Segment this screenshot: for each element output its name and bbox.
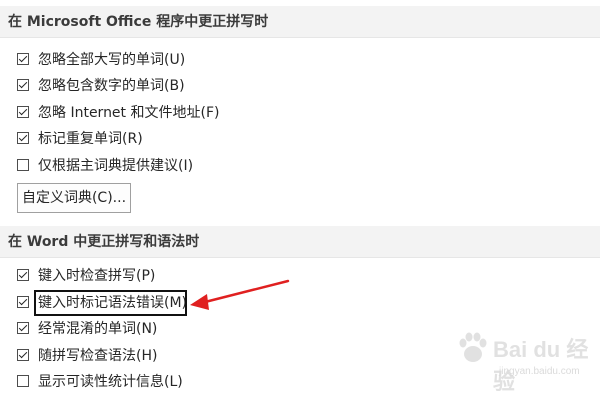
checkbox-check-grammar-with-spelling[interactable] xyxy=(17,349,29,361)
paw-logo-icon xyxy=(459,332,487,362)
checkbox-show-readability-statistics[interactable] xyxy=(17,375,29,387)
option-label: 忽略包含数字的单词(B) xyxy=(38,78,185,94)
option-frequently-confused-words[interactable]: 经常混淆的单词(N) xyxy=(17,318,157,338)
option-label: 忽略全部大写的单词(U) xyxy=(38,52,186,68)
option-show-readability-statistics[interactable]: 显示可读性统计信息(L) xyxy=(17,371,183,391)
option-label: 随拼写检查语法(H) xyxy=(38,348,158,364)
checkbox-check-spelling-as-you-type[interactable] xyxy=(17,269,29,281)
option-label: 忽略 Internet 和文件地址(F) xyxy=(38,105,220,121)
option-label: 键入时检查拼写(P) xyxy=(38,268,156,284)
checkbox-ignore-uppercase[interactable] xyxy=(17,53,29,65)
section-header-office-spelling: 在 Microsoft Office 程序中更正拼写时 xyxy=(0,6,600,38)
option-mark-grammar-errors[interactable]: 键入时标记语法错误(M) xyxy=(17,292,187,312)
option-label: 显示可读性统计信息(L) xyxy=(38,374,183,390)
watermark-brand: Bai du 经验 xyxy=(493,337,589,394)
option-check-grammar-with-spelling[interactable]: 随拼写检查语法(H) xyxy=(17,345,157,365)
option-ignore-uppercase[interactable]: 忽略全部大写的单词(U) xyxy=(17,49,185,69)
arrow-head xyxy=(190,294,209,310)
checkbox-mark-grammar-errors[interactable] xyxy=(17,296,29,308)
watermark-site: jingyan.baidu.com xyxy=(499,366,580,377)
custom-dictionaries-button[interactable]: 自定义词典(C)... xyxy=(17,183,131,213)
checkbox-flag-repeated-words[interactable] xyxy=(17,132,29,144)
checkbox-ignore-internet-addresses[interactable] xyxy=(17,106,29,118)
option-label: 标记重复单词(R) xyxy=(38,131,143,147)
option-ignore-internet-addresses[interactable]: 忽略 Internet 和文件地址(F) xyxy=(17,102,219,122)
checkbox-main-dictionary-only[interactable] xyxy=(17,159,29,171)
section-header-word-spelling-grammar: 在 Word 中更正拼写和语法时 xyxy=(0,226,600,258)
option-main-dictionary-only[interactable]: 仅根据主词典提供建议(I) xyxy=(17,155,193,175)
checkbox-frequently-confused-words[interactable] xyxy=(17,322,29,334)
baidu-jingyan-watermark: Bai du 经验 jingyan.baidu.com xyxy=(455,328,595,394)
option-label: 仅根据主词典提供建议(I) xyxy=(38,158,194,174)
arrow-shaft xyxy=(203,279,290,304)
option-label: 经常混淆的单词(N) xyxy=(38,321,158,337)
option-ignore-numbers[interactable]: 忽略包含数字的单词(B) xyxy=(17,75,185,95)
option-label: 键入时标记语法错误(M) xyxy=(38,295,188,311)
option-check-spelling-as-you-type[interactable]: 键入时检查拼写(P) xyxy=(17,265,155,285)
option-flag-repeated-words[interactable]: 标记重复单词(R) xyxy=(17,128,143,148)
checkbox-ignore-numbers[interactable] xyxy=(17,79,29,91)
word-options-proofing-panel: 在 Microsoft Office 程序中更正拼写时 忽略全部大写的单词(U)… xyxy=(0,0,600,400)
